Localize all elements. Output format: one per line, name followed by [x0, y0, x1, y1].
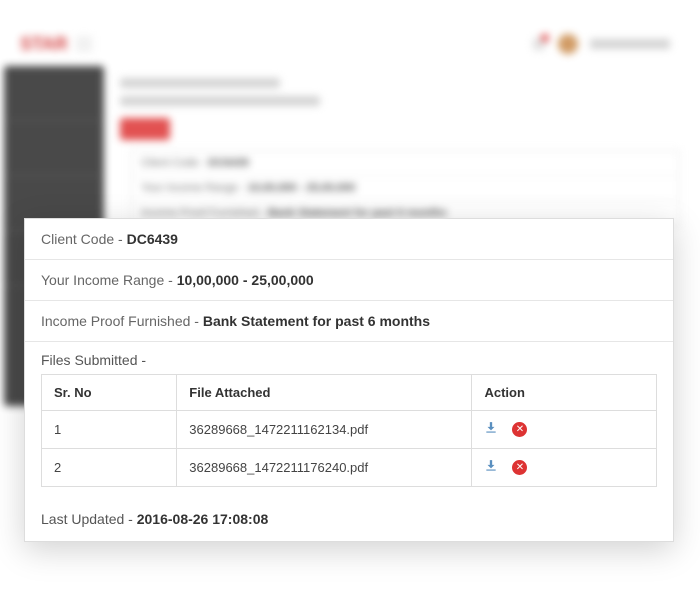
cell-action: ✕	[472, 449, 657, 487]
last-updated-label: Last Updated -	[41, 511, 137, 527]
bg-logo-box	[76, 36, 92, 52]
bg-header: STAR	[10, 26, 690, 62]
income-range-row: Your Income Range - 10,00,000 - 25,00,00…	[25, 260, 673, 301]
last-updated-row: Last Updated - 2016-08-26 17:08:08	[25, 497, 673, 541]
bg-user-name	[590, 39, 670, 49]
bg-info-panel: Client Code - DC6439 Your Income Range -…	[130, 150, 680, 227]
client-code-label: Client Code -	[41, 231, 127, 247]
cell-sr: 2	[42, 449, 177, 487]
client-code-row: Client Code - DC6439	[25, 219, 673, 260]
bg-logo: STAR	[20, 34, 68, 55]
delete-icon[interactable]: ✕	[512, 460, 527, 475]
delete-icon[interactable]: ✕	[512, 422, 527, 437]
files-table: Sr. No File Attached Action 1 36289668_1…	[41, 374, 657, 487]
bg-submit-button	[120, 118, 170, 140]
col-file-attached: File Attached	[177, 375, 472, 411]
table-row: 1 36289668_1472211162134.pdf ✕	[42, 411, 657, 449]
income-proof-value: Bank Statement for past 6 months	[203, 313, 430, 329]
avatar	[558, 34, 578, 54]
files-table-wrap: Sr. No File Attached Action 1 36289668_1…	[25, 374, 673, 497]
download-icon[interactable]	[484, 459, 498, 476]
download-icon[interactable]	[484, 421, 498, 438]
income-proof-label: Income Proof Furnished -	[41, 313, 203, 329]
client-code-value: DC6439	[127, 231, 178, 247]
cell-action: ✕	[472, 411, 657, 449]
last-updated-value: 2016-08-26 17:08:08	[137, 511, 269, 527]
notification-bell-icon	[532, 37, 546, 51]
files-submitted-label: Files Submitted -	[25, 342, 673, 374]
cell-file: 36289668_1472211162134.pdf	[177, 411, 472, 449]
table-row: 2 36289668_1472211176240.pdf ✕	[42, 449, 657, 487]
income-proof-row: Income Proof Furnished - Bank Statement …	[25, 301, 673, 342]
bg-content	[120, 70, 690, 152]
col-sr-no: Sr. No	[42, 375, 177, 411]
cell-file: 36289668_1472211176240.pdf	[177, 449, 472, 487]
client-detail-card: Client Code - DC6439 Your Income Range -…	[24, 218, 674, 542]
cell-sr: 1	[42, 411, 177, 449]
col-action: Action	[472, 375, 657, 411]
income-range-value: 10,00,000 - 25,00,000	[177, 272, 314, 288]
income-range-label: Your Income Range -	[41, 272, 177, 288]
